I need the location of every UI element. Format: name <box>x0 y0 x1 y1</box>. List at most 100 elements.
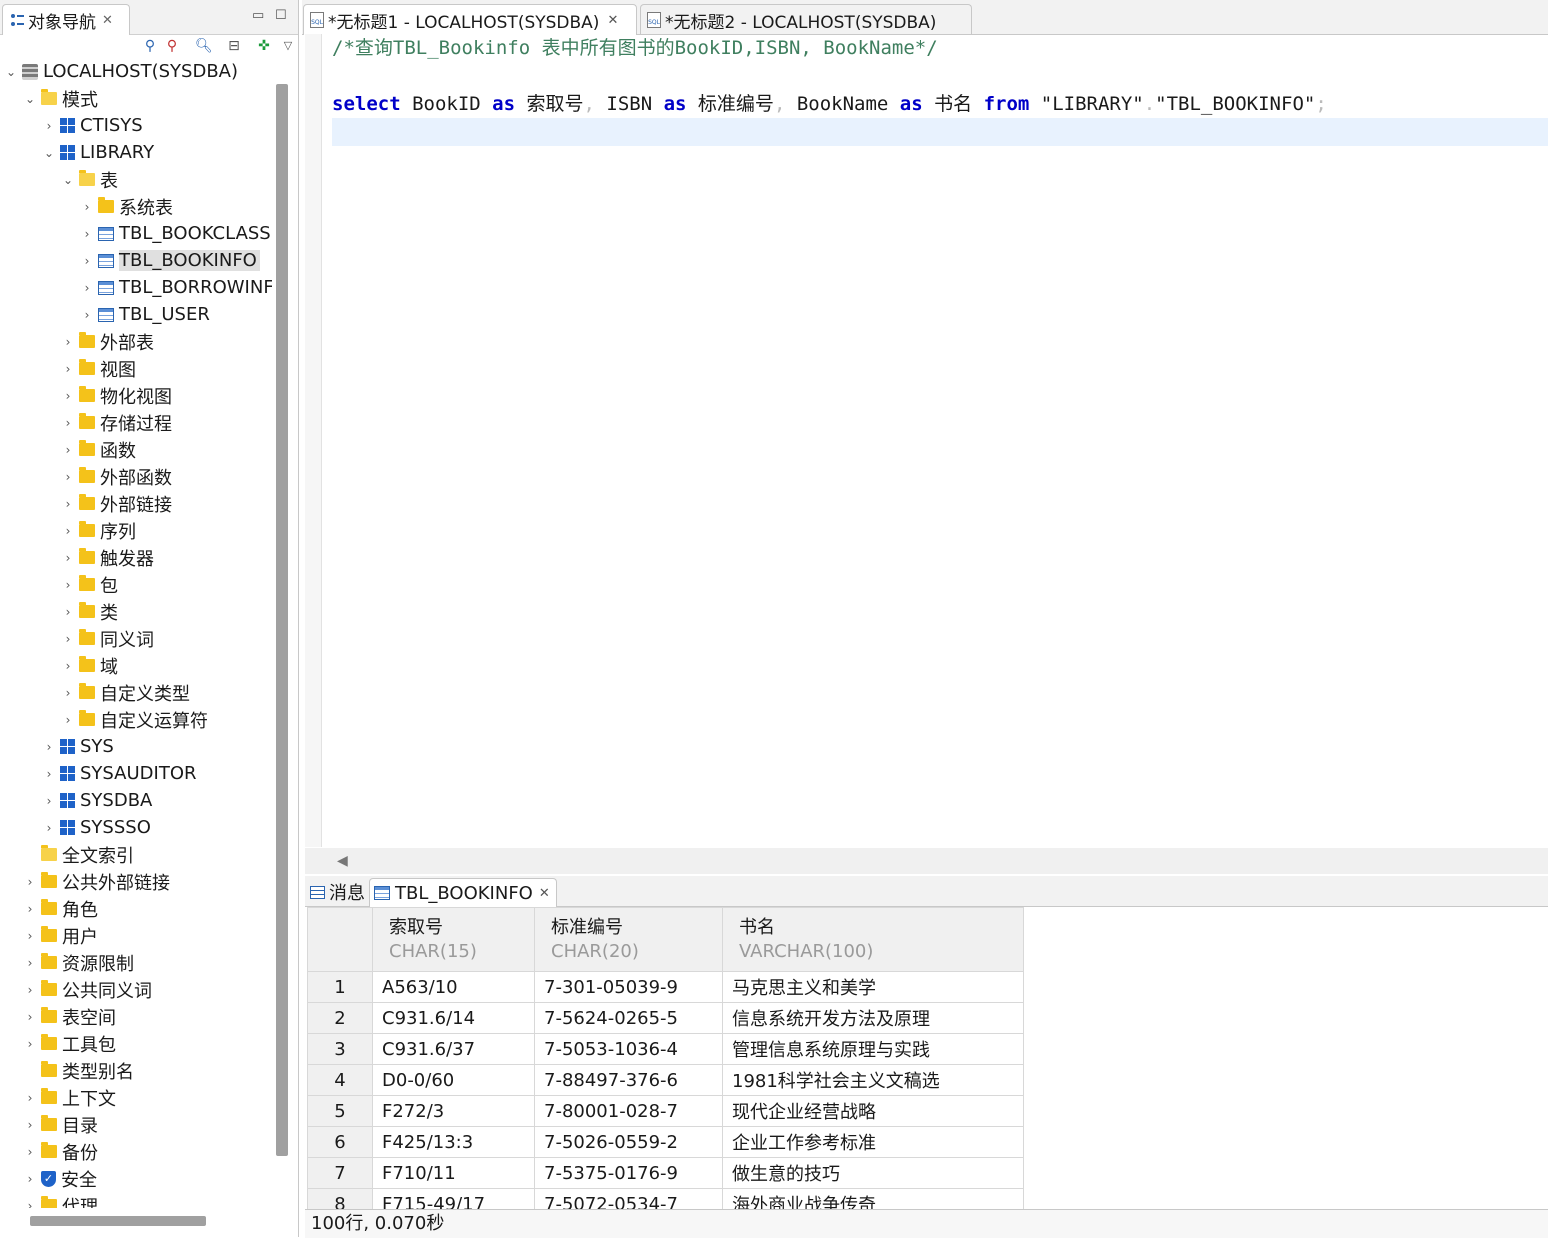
chevron-right-icon[interactable]: › <box>61 713 75 727</box>
table-cell[interactable]: 企业工作参考标准 <box>722 1126 1024 1158</box>
chevron-right-icon[interactable]: › <box>42 767 56 781</box>
tree-item[interactable]: 类型别名 <box>23 1057 134 1084</box>
tree-item[interactable]: › TBL_BOOKCLASS <box>80 220 271 247</box>
chevron-right-icon[interactable]: › <box>61 578 75 592</box>
close-icon[interactable]: ✕ <box>102 13 113 28</box>
chevron-right-icon[interactable]: › <box>61 362 75 376</box>
tree-item[interactable]: › 备份 <box>23 1138 98 1165</box>
chevron-right-icon[interactable]: › <box>80 308 94 322</box>
table-row[interactable]: 5 F272/3 7-80001-028-7 现代企业经营战略 <box>307 1095 1024 1127</box>
chevron-right-icon[interactable]: › <box>61 470 75 484</box>
chevron-right-icon[interactable]: › <box>80 227 94 241</box>
table-cell[interactable]: 7-80001-028-7 <box>534 1095 723 1127</box>
expand-link-icon[interactable]: ✜ <box>256 38 272 54</box>
chevron-right-icon[interactable]: › <box>61 632 75 646</box>
chevron-right-icon[interactable]: › <box>23 956 37 970</box>
table-cell[interactable]: D0-0/60 <box>372 1064 535 1096</box>
search-icon[interactable]: 🔍︎ <box>195 38 213 54</box>
view-menu-icon[interactable]: ▽ <box>280 38 296 54</box>
chevron-right-icon[interactable]: › <box>23 929 37 943</box>
chevron-right-icon[interactable]: › <box>42 740 56 754</box>
connect-icon[interactable]: ⚲ <box>142 38 158 54</box>
chevron-right-icon[interactable]: › <box>23 1199 37 1209</box>
close-icon[interactable]: ✕ <box>607 13 618 28</box>
tree-item[interactable]: › 代理 <box>23 1192 98 1208</box>
table-cell[interactable]: 7-5624-0265-5 <box>534 1002 723 1034</box>
maximize-icon[interactable]: ☐ <box>275 8 287 23</box>
tree-item[interactable]: › 工具包 <box>23 1030 116 1057</box>
table-cell[interactable]: 做生意的技巧 <box>722 1157 1024 1189</box>
table-cell[interactable]: 7-88497-376-6 <box>534 1064 723 1096</box>
chevron-right-icon[interactable]: › <box>61 416 75 430</box>
tree-item[interactable]: › SYSSSO <box>42 814 151 841</box>
table-cell[interactable]: F425/13:3 <box>372 1126 535 1158</box>
chevron-right-icon[interactable]: › <box>61 497 75 511</box>
disconnect-icon[interactable]: ⚲ <box>164 38 180 54</box>
table-cell[interactable]: 7-5053-1036-4 <box>534 1033 723 1065</box>
chevron-right-icon[interactable]: › <box>23 902 37 916</box>
chevron-right-icon[interactable]: › <box>61 659 75 673</box>
tree-item[interactable]: › 外部函数 <box>61 463 172 490</box>
chevron-right-icon[interactable]: › <box>61 524 75 538</box>
minimize-icon[interactable]: ▭ <box>252 8 264 23</box>
chevron-down-icon[interactable]: ⌄ <box>23 92 37 106</box>
tree-item[interactable]: › 系统表 <box>80 193 173 220</box>
chevron-right-icon[interactable]: › <box>42 794 56 808</box>
tree-item[interactable]: › 自定义运算符 <box>61 706 208 733</box>
tree-item[interactable]: › 域 <box>61 652 118 679</box>
tree-item[interactable]: › TBL_BOOKINFO <box>80 247 260 274</box>
scroll-left-icon[interactable]: ◀ <box>337 853 348 869</box>
chevron-right-icon[interactable]: › <box>61 686 75 700</box>
table-row[interactable]: 4 D0-0/60 7-88497-376-6 1981科学社会主义文稿选 <box>307 1064 1024 1096</box>
chevron-right-icon[interactable]: › <box>23 1118 37 1132</box>
chevron-right-icon[interactable]: › <box>61 389 75 403</box>
collapse-all-icon[interactable]: ⊟ <box>226 38 242 54</box>
table-cell[interactable]: C931.6/37 <box>372 1033 535 1065</box>
tree-item[interactable]: › ✓ 安全 <box>23 1165 97 1192</box>
column-header[interactable]: 书名 VARCHAR(100) <box>722 907 1024 972</box>
tree-item[interactable]: › CTISYS <box>42 112 143 139</box>
tree-item[interactable]: › SYSDBA <box>42 787 153 814</box>
tree-item[interactable]: › SYSAUDITOR <box>42 760 197 787</box>
column-header[interactable]: 标准编号 CHAR(20) <box>534 907 723 972</box>
chevron-right-icon[interactable]: › <box>23 1145 37 1159</box>
table-row[interactable]: 2 C931.6/14 7-5624-0265-5 信息系统开发方法及原理 <box>307 1002 1024 1034</box>
chevron-right-icon[interactable]: › <box>61 551 75 565</box>
tree-item[interactable]: › 外部表 <box>61 328 154 355</box>
chevron-right-icon[interactable]: › <box>23 1037 37 1051</box>
chevron-right-icon[interactable]: › <box>23 1172 37 1186</box>
table-row[interactable]: 7 F710/11 7-5375-0176-9 做生意的技巧 <box>307 1157 1024 1189</box>
tree-item[interactable]: › 表空间 <box>23 1003 116 1030</box>
chevron-right-icon[interactable]: › <box>61 335 75 349</box>
chevron-right-icon[interactable]: › <box>42 119 56 133</box>
tree-item[interactable]: › 序列 <box>61 517 136 544</box>
table-cell[interactable]: 现代企业经营战略 <box>722 1095 1024 1127</box>
tree-item[interactable]: › SYS <box>42 733 114 760</box>
tree-item[interactable]: › 自定义类型 <box>61 679 190 706</box>
chevron-right-icon[interactable]: › <box>61 443 75 457</box>
tab-messages[interactable]: 消息 <box>306 878 368 906</box>
chevron-down-icon[interactable]: ⌄ <box>61 173 75 187</box>
tree-item[interactable]: › 函数 <box>61 436 136 463</box>
navigator-vertical-scrollbar[interactable] <box>276 84 288 1156</box>
chevron-right-icon[interactable]: › <box>23 1010 37 1024</box>
close-icon[interactable]: ✕ <box>539 886 550 901</box>
chevron-right-icon[interactable]: › <box>23 875 37 889</box>
table-cell[interactable]: 马克思主义和美学 <box>722 971 1024 1003</box>
table-row[interactable]: 6 F425/13:3 7-5026-0559-2 企业工作参考标准 <box>307 1126 1024 1158</box>
chevron-right-icon[interactable]: › <box>23 1091 37 1105</box>
tree-item[interactable]: › 存储过程 <box>61 409 172 436</box>
table-row[interactable]: 1 A563/10 7-301-05039-9 马克思主义和美学 <box>307 971 1024 1003</box>
tree-item[interactable]: ⌄ 表 <box>61 166 118 193</box>
sql-editor[interactable]: /*查询TBL_Bookinfo 表中所有图书的BookID,ISBN, Boo… <box>322 34 1548 847</box>
table-row[interactable]: 3 C931.6/37 7-5053-1036-4 管理信息系统原理与实践 <box>307 1033 1024 1065</box>
table-cell[interactable]: F710/11 <box>372 1157 535 1189</box>
table-cell[interactable]: 1981科学社会主义文稿选 <box>722 1064 1024 1096</box>
tree-item[interactable]: ⌄ 模式 <box>23 85 98 112</box>
navigator-horizontal-scrollbar[interactable] <box>30 1216 206 1226</box>
tree-item[interactable]: › 目录 <box>23 1111 98 1138</box>
tree-item[interactable]: › 类 <box>61 598 118 625</box>
tree-item[interactable]: › TBL_USER <box>80 301 210 328</box>
tree-item[interactable]: 全文索引 <box>23 841 134 868</box>
tab-untitled-1[interactable]: SQL *无标题1 - LOCALHOST(SYSDBA) ✕ <box>303 4 637 35</box>
